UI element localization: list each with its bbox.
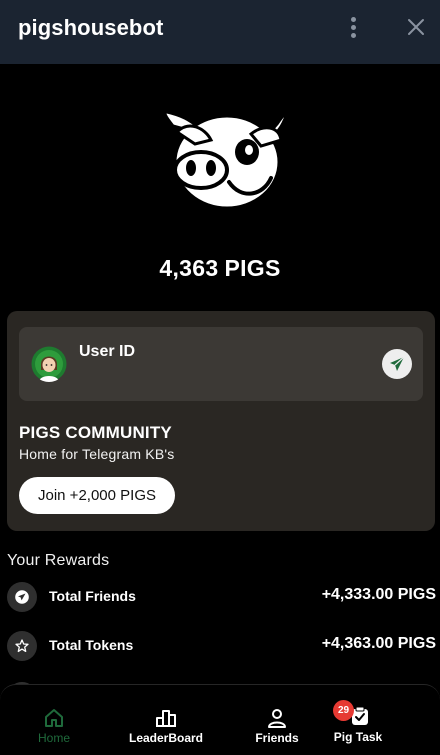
bottom-nav: Home LeaderBoard Friends Pig Task — [0, 684, 440, 755]
send-button[interactable] — [382, 349, 412, 379]
tab-label: Home — [37, 731, 70, 745]
join-community-button[interactable]: Join +2,000 PIGS — [19, 477, 175, 514]
reward-row-total-friends: Total Friends +4,333.00 PIGS — [0, 576, 440, 616]
send-icon — [390, 356, 405, 371]
leaderboard-icon — [156, 710, 176, 727]
home-icon — [45, 709, 63, 727]
avatar — [31, 346, 67, 382]
tab-label: Pig Task — [333, 730, 383, 744]
reward-value: +4,333.00 PIGS — [321, 586, 436, 603]
reward-row-total-tokens: Total Tokens +4,363.00 PIGS — [0, 625, 440, 665]
title-bar: pigshousebot — [0, 0, 440, 64]
user-id-panel: User ID — [19, 327, 423, 401]
balance-display: 4,363 PIGS — [0, 255, 440, 282]
person-icon — [268, 709, 286, 728]
reward-value: +4,363.00 PIGS — [321, 635, 436, 652]
community-subtitle: Home for Telegram KB's — [19, 446, 175, 462]
app-title: pigshousebot — [18, 15, 164, 40]
tab-home[interactable]: Home — [4, 685, 104, 755]
telegram-icon — [7, 582, 37, 612]
balance-amount: 4,363 — [159, 255, 219, 281]
profile-card: User ID PIGS COMMUNITY Home for Telegram… — [7, 311, 435, 531]
star-icon — [7, 631, 37, 661]
pig-logo — [163, 110, 289, 210]
community-title: PIGS COMMUNITY — [19, 423, 172, 442]
balance-unit: PIGS — [224, 255, 281, 281]
more-menu-icon[interactable] — [340, 14, 366, 40]
reward-label: Total Friends — [49, 588, 136, 604]
reward-label: Total Tokens — [49, 637, 134, 653]
tab-pig-task[interactable]: Pig Task — [308, 685, 408, 755]
task-count-badge: 29 — [333, 700, 354, 721]
rewards-title: Your Rewards — [7, 552, 110, 569]
close-icon[interactable] — [402, 13, 430, 41]
tab-label: LeaderBoard — [128, 731, 204, 745]
user-id-label: User ID — [79, 343, 136, 360]
tab-leaderboard[interactable]: LeaderBoard — [116, 685, 216, 755]
